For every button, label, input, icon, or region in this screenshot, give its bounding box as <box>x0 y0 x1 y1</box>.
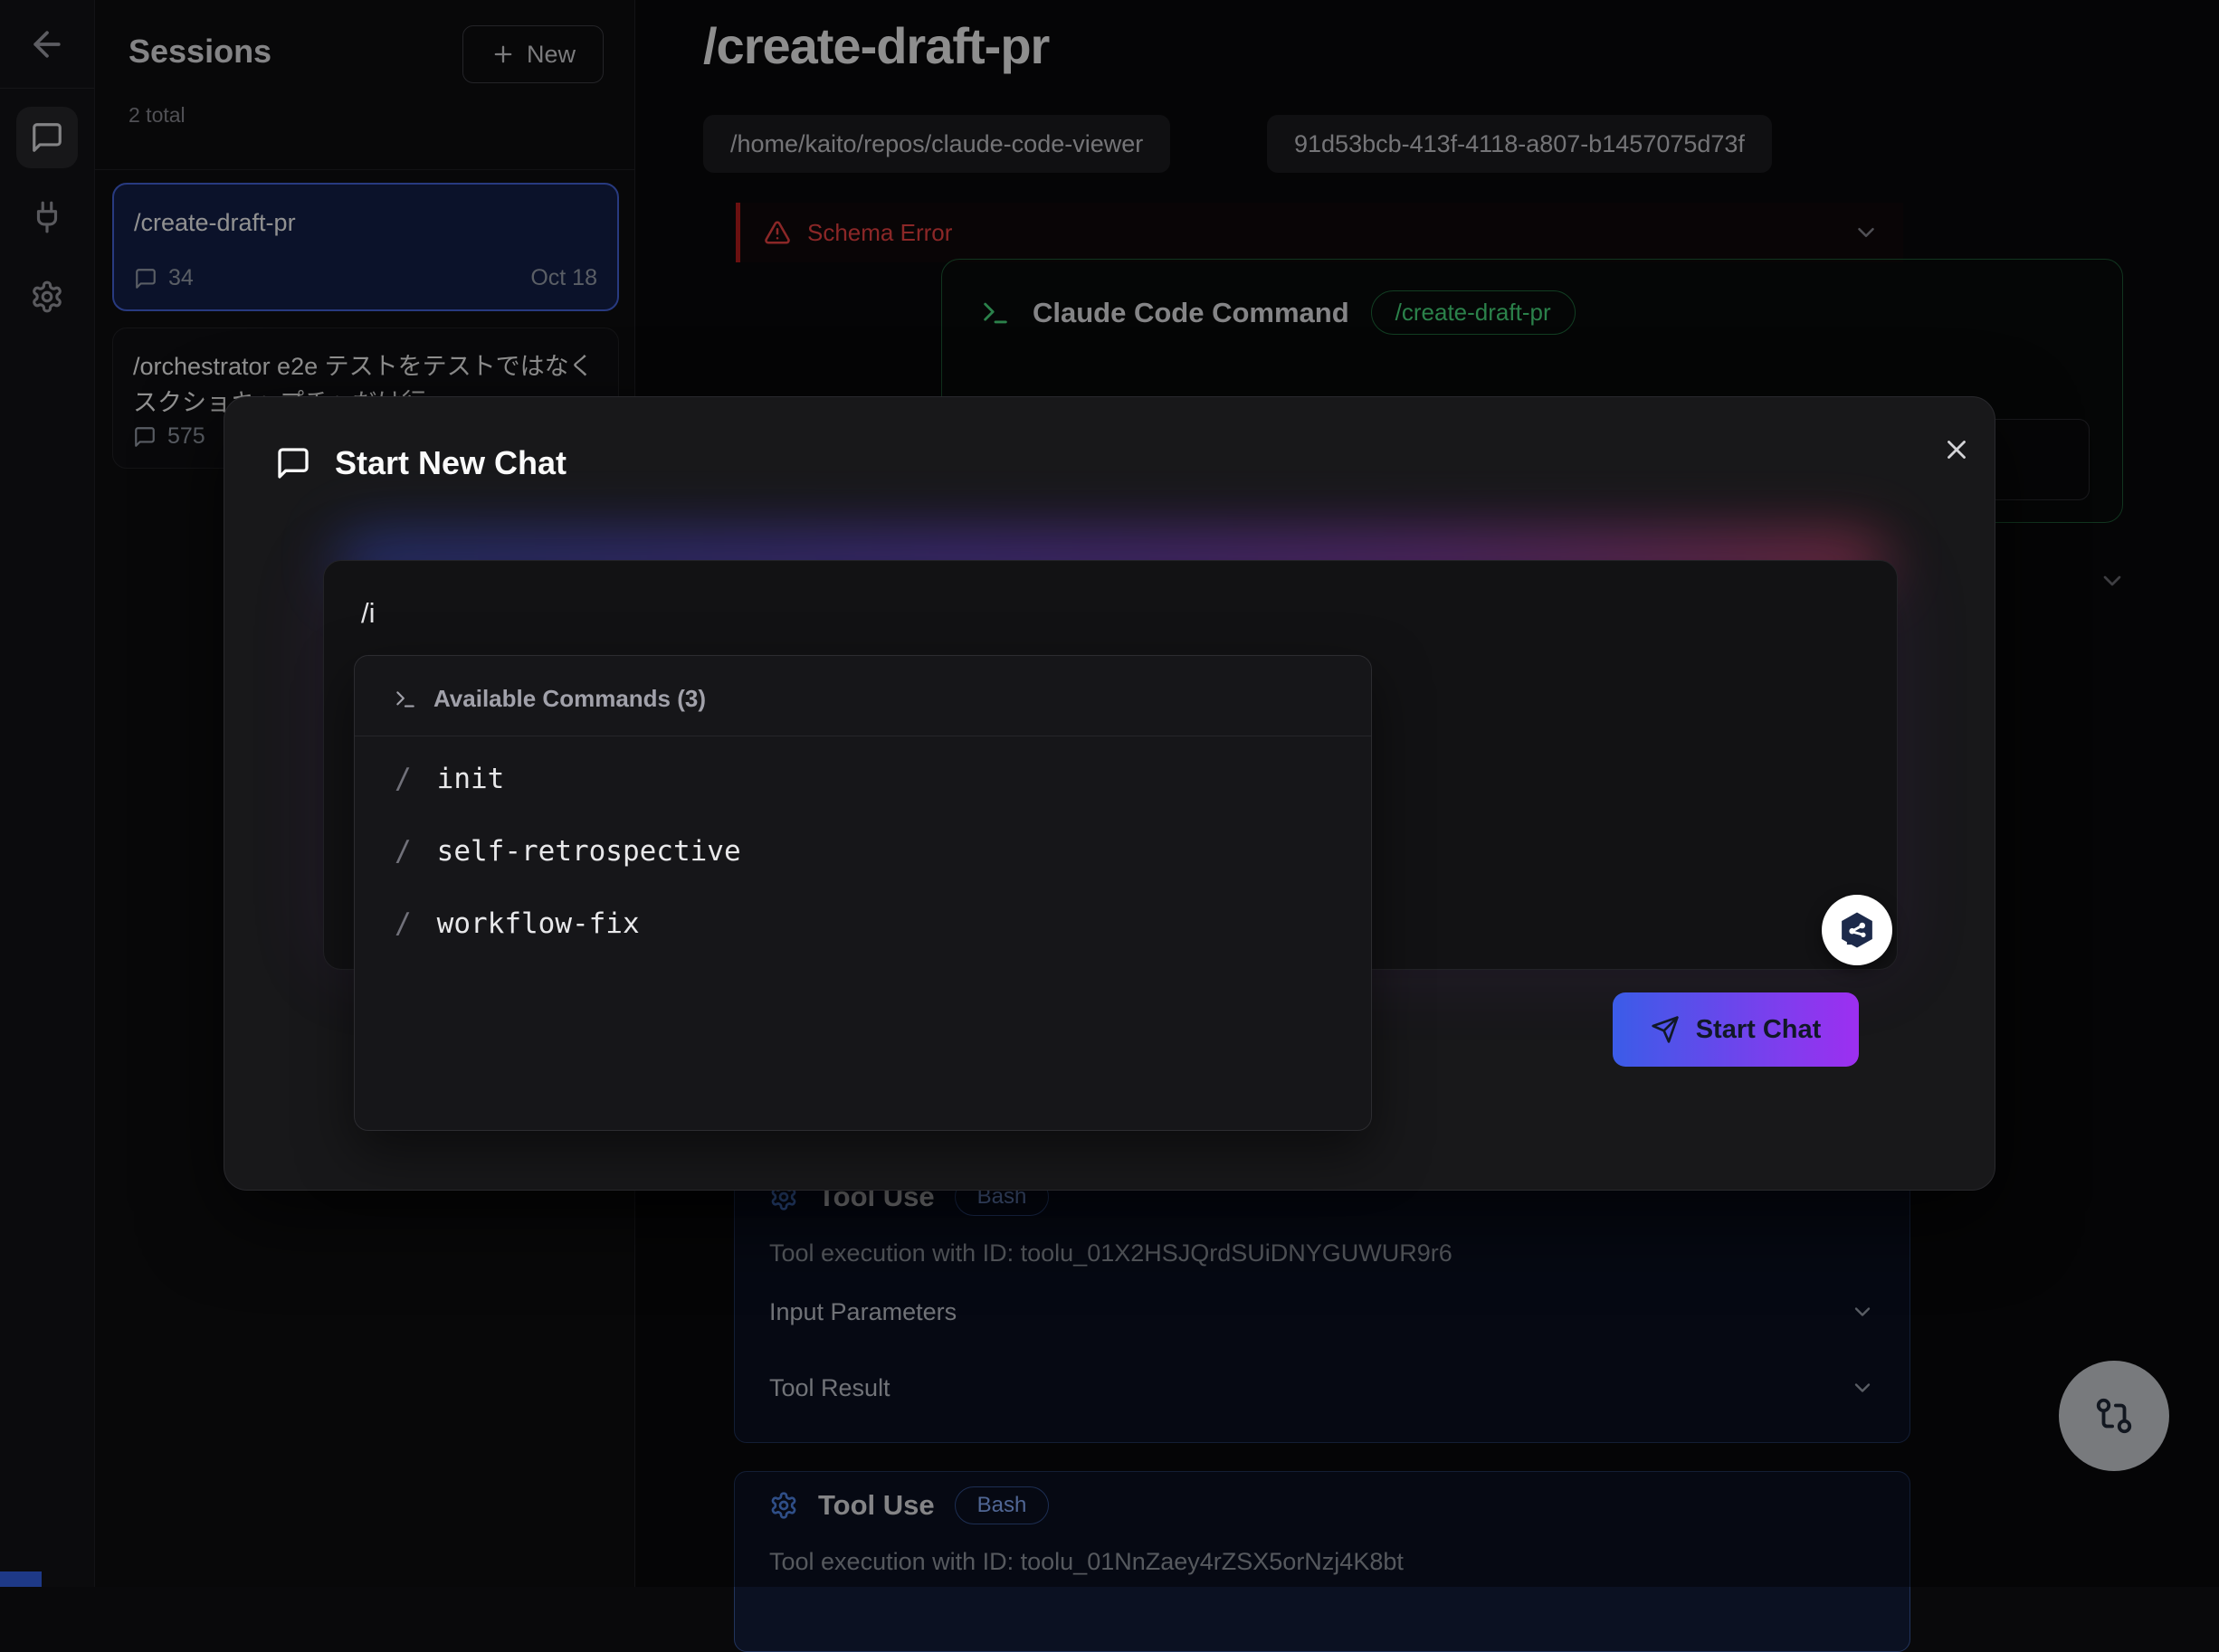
command-name: workflow-fix <box>437 907 640 940</box>
autocomplete-header-label: Available Commands (3) <box>433 685 706 713</box>
command-prefix: / <box>395 763 412 795</box>
message-square-icon <box>275 445 311 481</box>
start-new-chat-modal: Start New Chat /i Available Commands (3)… <box>224 396 1995 1191</box>
autocomplete-header: Available Commands (3) <box>394 685 706 713</box>
modal-title: Start New Chat <box>335 444 567 482</box>
extension-badge-button[interactable] <box>1822 895 1892 965</box>
start-chat-label: Start Chat <box>1696 1015 1822 1045</box>
close-modal-button[interactable] <box>1937 430 1976 470</box>
start-chat-button[interactable]: Start Chat <box>1613 992 1859 1067</box>
command-prefix: / <box>395 835 412 868</box>
command-prefix: / <box>395 907 412 940</box>
command-name: init <box>437 763 505 795</box>
modal-header: Start New Chat <box>275 444 567 482</box>
command-option-self-retrospective[interactable]: / self-retrospective <box>395 835 741 868</box>
close-icon <box>1941 434 1972 465</box>
command-option-init[interactable]: / init <box>395 763 504 795</box>
command-autocomplete-dropdown: Available Commands (3) / init / self-retro… <box>354 655 1372 1131</box>
send-icon <box>1651 1015 1680 1044</box>
message-input-value: /i <box>361 597 376 630</box>
terminal-icon <box>394 688 417 711</box>
command-option-workflow-fix[interactable]: / workflow-fix <box>395 907 640 940</box>
command-name: self-retrospective <box>437 835 741 868</box>
hexagon-share-icon <box>1836 909 1878 951</box>
message-input[interactable]: /i Available Commands (3) / init / self-re… <box>323 560 1898 970</box>
